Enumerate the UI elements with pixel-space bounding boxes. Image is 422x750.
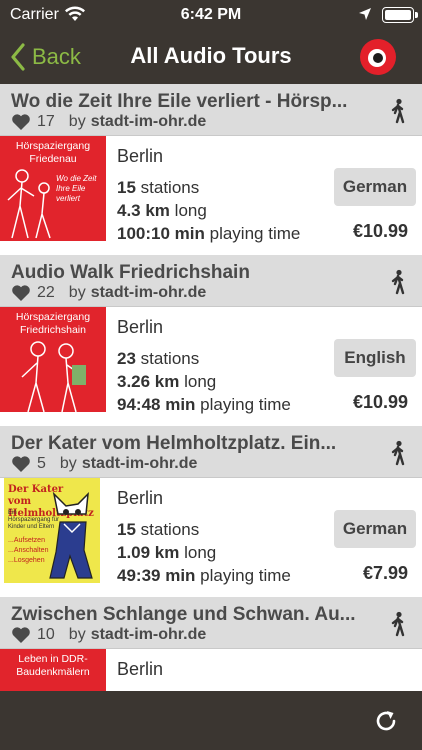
tour-list[interactable]: Wo die Zeit Ihre Eile verliert - Hörsp..… [0, 84, 422, 691]
tour-city: Berlin [117, 146, 164, 166]
back-button[interactable]: Back [10, 40, 81, 74]
tour-details[interactable]: Leben in DDR-Baudenkmälern Berlin [0, 649, 422, 691]
tour-meta: 17 by stadt-im-ohr.de [11, 113, 206, 131]
like-count: 17 [37, 113, 55, 130]
tour-meta: 22 by stadt-im-ohr.de [11, 284, 206, 302]
tour-city: Berlin [117, 659, 164, 679]
tour-item[interactable]: Wo die Zeit Ihre Eile verliert - Hörsp..… [0, 84, 422, 255]
tour-meta: 5 by stadt-im-ohr.de [11, 455, 197, 473]
status-bar: Carrier 6:42 PM [0, 0, 422, 30]
walking-icon [391, 611, 405, 637]
tour-city: Berlin [117, 488, 164, 508]
bottom-toolbar [0, 691, 422, 750]
thumbnail-caption: Leben in DDR-Baudenkmälern [16, 653, 90, 678]
author-name: stadt-im-ohr.de [90, 626, 207, 643]
tour-title: Der Kater vom Helmholtzplatz. Ein... [11, 433, 337, 454]
eye-logo-icon[interactable] [360, 39, 396, 75]
duration-stat: 94:48 min playing time [117, 395, 291, 414]
walking-icon [391, 269, 405, 295]
location-arrow-icon [358, 7, 372, 26]
tour-header[interactable]: Zwischen Schlange und Schwan. Au... 10 b… [0, 597, 422, 649]
heart-icon [12, 285, 30, 301]
like-count: 5 [37, 455, 46, 472]
tour-title: Wo die Zeit Ihre Eile verliert - Hörsp..… [11, 91, 348, 112]
length-stat: 3.26 km long [117, 372, 217, 391]
refresh-icon[interactable] [373, 708, 399, 734]
like-count: 22 [37, 284, 55, 301]
tour-thumbnail: Der Kater vom Helmholtzplatz Ein Hörspaz… [4, 478, 100, 583]
tour-thumbnail: Hörspaziergang Friedrichshain [0, 307, 106, 412]
stations-stat: 23 stations [117, 349, 200, 368]
thumbnail-subtitle: Wo die Zeit Ihre Eile verliert [56, 174, 97, 203]
language-badge[interactable]: German [334, 510, 416, 548]
thumbnail-notes: ...Aufsetzen ...Anschalten ...Losgehen [8, 537, 49, 564]
figure-illustration [21, 341, 86, 412]
heart-icon [12, 114, 30, 130]
thumbnail-caption: Hörspaziergang Friedenau [15, 140, 91, 165]
walking-icon [391, 98, 405, 124]
tour-meta: 10 by stadt-im-ohr.de [11, 626, 206, 644]
tour-item[interactable]: Audio Walk Friedrichshain 22 by stadt-im… [0, 255, 422, 426]
navigation-bar: Back All Audio Tours [0, 30, 422, 84]
length-stat: 4.3 km long [117, 201, 207, 220]
by-label: by [59, 455, 77, 472]
tour-thumbnail: Leben in DDR-Baudenkmälern [0, 649, 106, 691]
chevron-left-icon [11, 43, 25, 71]
tour-price[interactable]: €7.99 [300, 563, 408, 584]
thumbnail-caption: Hörspaziergang Friedrichshain [15, 311, 91, 336]
tour-details[interactable]: Hörspaziergang Friedrichshain Berlin 23 … [0, 307, 422, 426]
tour-details[interactable]: Hörspaziergang Friedenau Wo die Zeit Ihr… [0, 136, 422, 255]
length-stat: 1.09 km long [117, 543, 217, 562]
tour-thumbnail: Hörspaziergang Friedenau Wo die Zeit Ihr… [0, 136, 106, 241]
language-badge[interactable]: English [334, 339, 416, 377]
tour-header[interactable]: Audio Walk Friedrichshain 22 by stadt-im… [0, 255, 422, 307]
back-label: Back [32, 44, 81, 69]
tour-price[interactable]: €10.99 [300, 392, 408, 413]
author-name: stadt-im-ohr.de [81, 455, 198, 472]
author-name: stadt-im-ohr.de [90, 113, 207, 130]
tour-item[interactable]: Der Kater vom Helmholtzplatz. Ein... 5 b… [0, 426, 422, 597]
stations-stat: 15 stations [117, 178, 200, 197]
tour-price[interactable]: €10.99 [300, 221, 408, 242]
author-name: stadt-im-ohr.de [90, 284, 207, 301]
like-count: 10 [37, 626, 55, 643]
cat-illustration [49, 492, 93, 579]
by-label: by [68, 626, 86, 643]
duration-stat: 49:39 min playing time [117, 566, 291, 585]
duration-stat: 100:10 min playing time [117, 224, 301, 243]
by-label: by [68, 113, 86, 130]
heart-icon [12, 627, 30, 643]
tour-header[interactable]: Der Kater vom Helmholtzplatz. Ein... 5 b… [0, 426, 422, 478]
figure-illustration [7, 169, 51, 239]
language-badge[interactable]: German [334, 168, 416, 206]
tour-title: Zwischen Schlange und Schwan. Au... [11, 604, 356, 625]
tour-details[interactable]: Der Kater vom Helmholtzplatz Ein Hörspaz… [0, 478, 422, 597]
tour-city: Berlin [117, 317, 164, 337]
walking-icon [391, 440, 405, 466]
tour-item[interactable]: Zwischen Schlange und Schwan. Au... 10 b… [0, 597, 422, 691]
battery-icon [382, 7, 418, 23]
heart-icon [12, 456, 30, 472]
stations-stat: 15 stations [117, 520, 200, 539]
tour-header[interactable]: Wo die Zeit Ihre Eile verliert - Hörsp..… [0, 84, 422, 136]
by-label: by [68, 284, 86, 301]
tour-title: Audio Walk Friedrichshain [11, 262, 250, 283]
